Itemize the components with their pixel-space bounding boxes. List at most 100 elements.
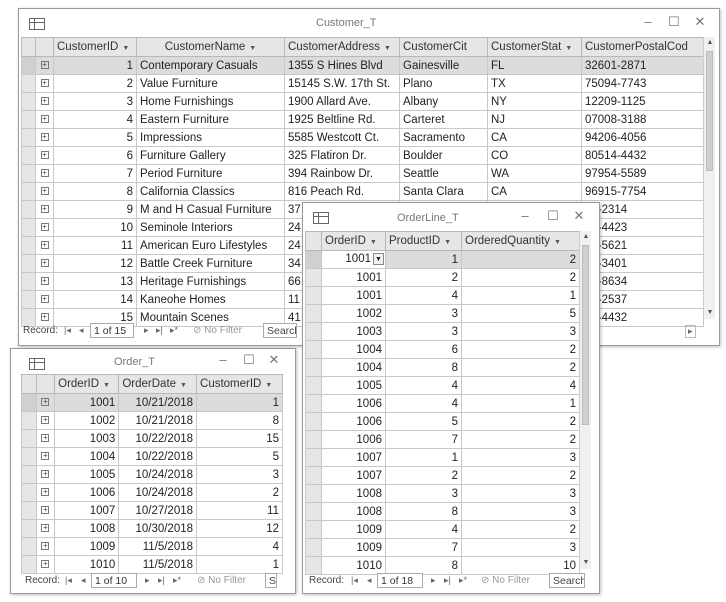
ordered-quantity-cell[interactable]: 3 [461,502,580,521]
column-header-orderid[interactable]: OrderID ▼ [321,231,386,251]
row-selector[interactable] [21,74,36,93]
product-id-cell[interactable]: 4 [385,520,462,539]
row-selector[interactable] [21,236,36,255]
expand-cell[interactable]: + [35,200,54,219]
expand-cell[interactable]: + [35,429,56,448]
expand-cell[interactable]: + [35,164,54,183]
ordered-quantity-cell[interactable]: 2 [461,520,580,539]
customer-id-cell[interactable]: 13 [53,272,137,291]
ordered-quantity-cell[interactable]: 2 [461,412,580,431]
table-row[interactable]: 1004 6 2 [305,340,580,359]
row-selector[interactable] [305,502,322,521]
order-id-cell[interactable]: 1008 [54,519,120,538]
sort-dropdown-icon[interactable]: ▼ [265,382,272,389]
expand-cell[interactable]: + [35,182,54,201]
expand-icon[interactable]: + [41,524,50,533]
row-selector[interactable] [21,447,37,466]
table-row[interactable]: +2 Value Furniture 15145 S.W. 17th St. Plan… [21,74,704,93]
customer-city-cell[interactable]: Carteret [399,110,488,129]
new-record-icon[interactable]: ▸* [173,575,181,586]
customer-id-cell[interactable]: 11 [53,236,137,255]
sort-dropdown-icon[interactable]: ▼ [384,45,391,52]
customer-id-cell[interactable]: 2 [53,74,137,93]
table-row[interactable]: 1008 8 3 [305,502,580,521]
next-record-icon[interactable]: ▸ [144,325,149,336]
row-selector[interactable] [21,200,36,219]
row-selector[interactable] [21,290,36,309]
customer-name-cell[interactable]: Eastern Furniture [136,110,285,129]
expand-icon[interactable]: + [41,470,50,479]
table-row[interactable]: 1009 7 3 [305,538,580,557]
customer-name-cell[interactable]: Value Furniture [136,74,285,93]
table-row[interactable]: +1010 11/5/2018 1 [21,555,283,574]
sort-dropdown-icon[interactable]: ▼ [103,382,110,389]
table-row[interactable]: 1003 3 3 [305,322,580,341]
order-date-cell[interactable]: 10/22/2018 [118,429,198,448]
customer-city-cell[interactable]: Albany [399,92,488,111]
customer-id-cell[interactable]: 11 [196,501,283,520]
expand-cell[interactable]: + [35,555,56,574]
customer-address-cell[interactable]: 1900 Allard Ave. [284,92,400,111]
sort-dropdown-icon[interactable]: ▼ [554,239,561,246]
product-id-cell[interactable]: 4 [385,376,462,395]
table-row[interactable]: 1007 1 3 [305,448,580,467]
no-filter-indicator[interactable]: ⊘ No Filter [197,575,246,586]
customer-state-cell[interactable]: FL [487,56,582,75]
product-id-cell[interactable]: 4 [385,286,462,305]
customer-id-cell[interactable]: 12 [53,254,137,273]
order-id-cell[interactable]: 1005 [54,465,120,484]
table-row[interactable]: +8 California Classics 816 Peach Rd. Santa … [21,182,704,201]
expand-icon[interactable]: + [40,151,49,160]
row-selector[interactable] [21,483,37,502]
sort-dropdown-icon[interactable]: ▼ [249,45,256,52]
scroll-down-icon[interactable]: ▼ [704,307,716,319]
order-id-cell[interactable]: 1005 [321,376,386,395]
customer-id-cell[interactable]: 15 [196,429,283,448]
expand-icon[interactable]: + [40,97,49,106]
table-row[interactable]: 1007 2 2 [305,466,580,485]
order-date-cell[interactable]: 10/21/2018 [118,393,198,412]
table-row[interactable]: +1 Contemporary Casuals 1355 S Hines Blvd G… [21,56,704,75]
row-selector[interactable] [305,250,322,269]
customer-state-cell[interactable]: NY [487,92,582,111]
product-id-cell[interactable]: 5 [385,412,462,431]
row-selector[interactable] [21,272,36,291]
order-id-cell[interactable]: 1009 [54,537,120,556]
customer-state-cell[interactable]: TX [487,74,582,93]
row-selector[interactable] [21,411,37,430]
customer-city-cell[interactable]: Santa Clara [399,182,488,201]
select-all-corner[interactable] [21,37,36,57]
order-date-cell[interactable]: 10/21/2018 [118,411,198,430]
product-id-cell[interactable]: 2 [385,466,462,485]
row-selector[interactable] [305,358,322,377]
expand-cell[interactable]: + [35,218,54,237]
customer-address-cell[interactable]: 15145 S.W. 17th St. [284,74,400,93]
expand-icon[interactable]: + [40,205,49,214]
order-id-cell[interactable]: 1003 [54,429,120,448]
row-selector[interactable] [21,429,37,448]
search-box[interactable]: Search [549,573,585,588]
row-selector[interactable] [21,218,36,237]
ordered-quantity-cell[interactable]: 3 [461,484,580,503]
expand-icon[interactable]: + [40,115,49,124]
ordered-quantity-cell[interactable]: 3 [461,448,580,467]
select-all-corner[interactable] [305,231,322,251]
customer-address-cell[interactable]: 816 Peach Rd. [284,182,400,201]
column-header-customercity[interactable]: CustomerCit [399,37,488,57]
previous-record-icon[interactable]: ◂ [79,325,84,336]
orderline-vertical-scrollbar[interactable]: ▲ ▼ [579,231,591,569]
expand-icon[interactable]: + [40,241,49,250]
minimize-icon[interactable]: – [641,15,655,29]
order-id-cell[interactable]: 1009 [321,520,386,539]
customer-state-cell[interactable]: NJ [487,110,582,129]
scroll-thumb[interactable] [582,245,589,425]
row-selector[interactable] [305,448,322,467]
customer-postal-code-cell[interactable]: 32601-2871 [581,56,704,75]
maximize-icon[interactable]: ☐ [667,15,681,29]
order-id-cell[interactable]: 1002 [54,411,120,430]
product-id-cell[interactable]: 3 [385,322,462,341]
customer-name-cell[interactable]: Home Furnishings [136,92,285,111]
customer-address-cell[interactable]: 5585 Westcott Ct. [284,128,400,147]
expand-icon[interactable]: + [41,560,50,569]
order-id-cell[interactable]: 1008 [321,502,386,521]
